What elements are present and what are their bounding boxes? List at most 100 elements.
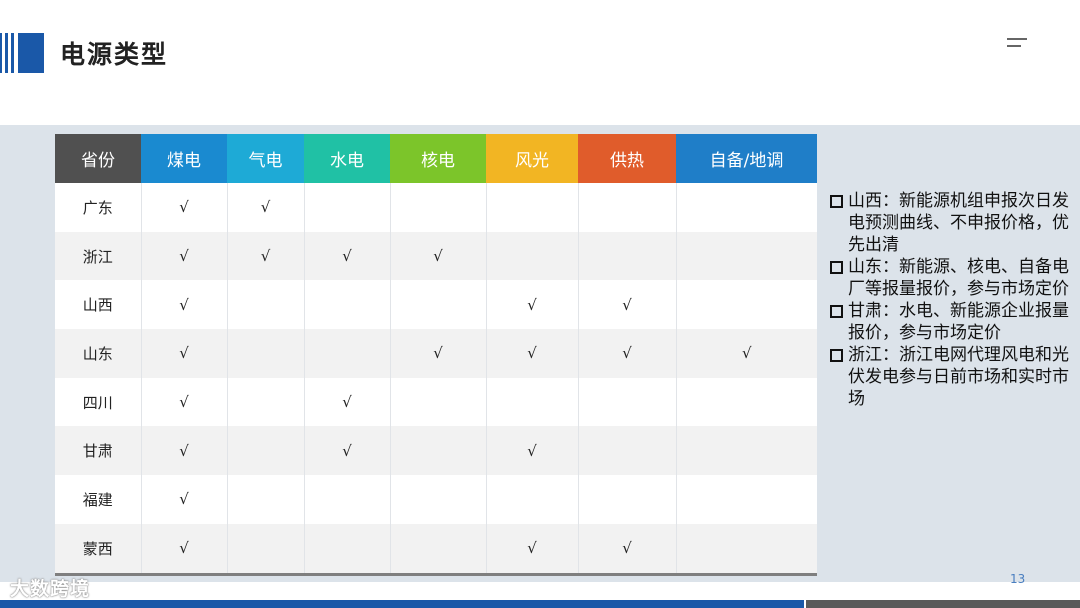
menu-icon[interactable] [1007,35,1031,51]
table-cell [390,280,487,330]
table-cell [390,426,487,476]
table-cell [304,329,391,378]
note-text: 甘肃：水电、新能源企业报量报价，参与市场定价 [848,301,1069,343]
table-cell [578,231,677,281]
table-cell: √ [141,280,228,330]
header-province: 省份 [55,134,141,183]
page-title: 电源类型 [60,40,169,69]
header-coal: 煤电 [141,134,227,183]
table-row: 蒙西 √ √ √ [55,523,817,576]
table-cell: √ [486,329,579,378]
header-heating: 供热 [578,134,676,183]
table-cell: √ [141,426,228,476]
note-item: 山东：新能源、核电、自备电厂等报量报价，参与市场定价 [828,256,1073,300]
table-cell: √ [227,231,305,281]
note-text: 浙江：浙江电网代理风电和光伏发电参与日前市场和实时市场 [848,345,1069,409]
table-cell [676,280,817,330]
checkbox-icon [830,305,843,318]
province-cell: 蒙西 [55,523,142,576]
table-cell: √ [141,523,228,576]
table-cell: √ [486,280,579,330]
table-cell: √ [390,231,487,281]
table-cell [578,377,677,427]
table-cell [676,475,817,524]
header-nuclear: 核电 [390,134,486,183]
province-cell: 广东 [55,183,142,232]
table-row: 浙江 √ √ √ √ [55,231,817,281]
table-row: 四川 √ √ [55,377,817,427]
table-cell [676,377,817,427]
header-hydro: 水电 [304,134,390,183]
table-cell [304,183,391,232]
table-cell [390,475,487,524]
table-cell: √ [227,183,305,232]
note-item: 浙江：浙江电网代理风电和光伏发电参与日前市场和实时市场 [828,344,1073,410]
table-cell: √ [304,377,391,427]
table-cell: √ [304,426,391,476]
table-cell [676,231,817,281]
table-cell [578,426,677,476]
table-cell [486,475,579,524]
note-item: 甘肃：水电、新能源企业报量报价，参与市场定价 [828,300,1073,344]
province-cell: 甘肃 [55,426,142,476]
table-header-row: 省份 煤电 气电 水电 核电 风光 供热 自备/地调 [55,134,817,183]
province-cell: 山东 [55,329,142,378]
table-cell [227,426,305,476]
table-row: 广东 √ √ [55,183,817,232]
table-row: 山东 √ √ √ √ √ [55,329,817,378]
table-cell: √ [390,329,487,378]
table-cell [486,377,579,427]
table-cell [390,523,487,576]
table-row: 山西 √ √ √ [55,280,817,330]
table-cell: √ [141,475,228,524]
table-cell [227,377,305,427]
table-cell: √ [141,231,228,281]
page-number: 13 [1010,572,1026,586]
table-cell: √ [676,329,817,378]
slide-header: 电源类型 [0,0,1080,125]
power-type-table: 省份 煤电 气电 水电 核电 风光 供热 自备/地调 广东 √ √ 浙江 √ √ √ √ 山西 √… [55,134,817,576]
table-cell: √ [578,280,677,330]
table-cell [304,475,391,524]
table-cell: √ [578,329,677,378]
table-row: 甘肃 √ √ √ [55,426,817,476]
table-cell: √ [141,377,228,427]
table-row: 福建 √ [55,475,817,524]
province-cell: 浙江 [55,231,142,281]
checkbox-icon [830,195,843,208]
table-cell [676,426,817,476]
header-self-peak: 自备/地调 [676,134,817,183]
table-cell [390,183,487,232]
table-cell [227,280,305,330]
table-cell: √ [486,426,579,476]
header-wind-solar: 风光 [486,134,578,183]
checkbox-icon [830,349,843,362]
table-cell [227,329,305,378]
notes-list: 山西：新能源机组申报次日发电预测曲线、不申报价格，优先出清 山东：新能源、核电、… [828,190,1073,410]
province-cell: 山西 [55,280,142,330]
province-cell: 福建 [55,475,142,524]
note-text: 山西：新能源机组申报次日发电预测曲线、不申报价格，优先出清 [848,191,1069,255]
watermark: 大数跨境 [10,578,91,600]
table-cell [227,523,305,576]
table-cell [676,183,817,232]
note-text: 山东：新能源、核电、自备电厂等报量报价，参与市场定价 [848,257,1069,299]
table-cell: √ [486,523,579,576]
table-cell: √ [141,329,228,378]
table-cell [390,377,487,427]
table-cell: √ [578,523,677,576]
table-cell [676,523,817,576]
table-cell: √ [304,231,391,281]
table-cell [304,280,391,330]
header-gas: 气电 [227,134,304,183]
table-cell [486,231,579,281]
note-item: 山西：新能源机组申报次日发电预测曲线、不申报价格，优先出清 [828,190,1073,256]
logo-bars-icon [0,33,44,73]
table-cell: √ [141,183,228,232]
table-cell [578,183,677,232]
table-cell [304,523,391,576]
table-cell [227,475,305,524]
province-cell: 四川 [55,377,142,427]
checkbox-icon [830,261,843,274]
table-cell [486,183,579,232]
